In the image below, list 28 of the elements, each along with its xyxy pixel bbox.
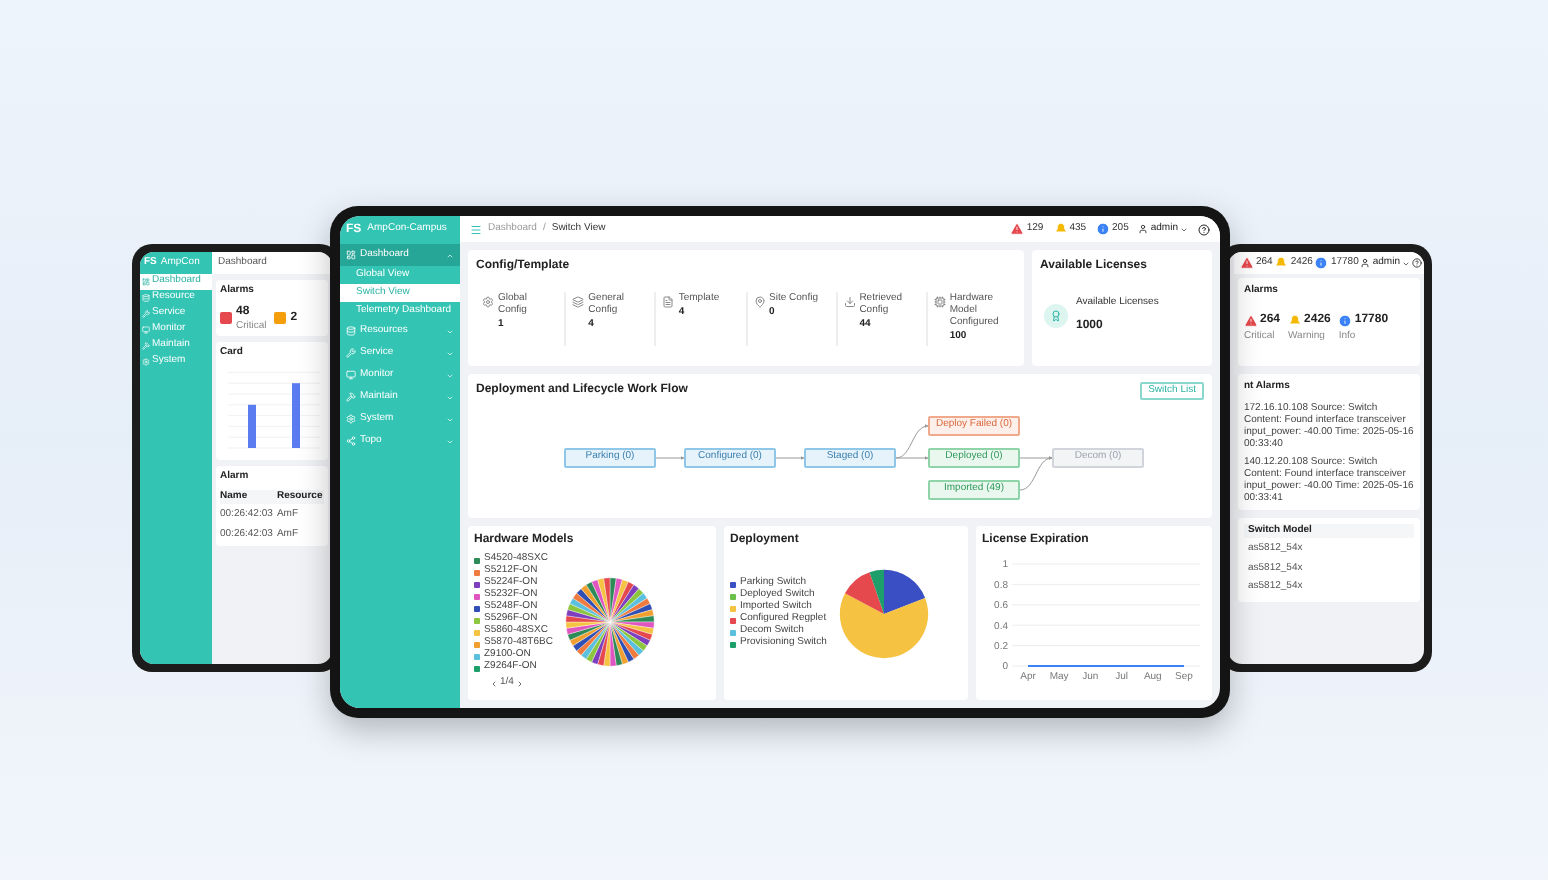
- dashboard-icon: [346, 250, 356, 260]
- hammer-icon: [142, 342, 150, 350]
- gear-icon: [142, 358, 150, 366]
- wrench-icon: [346, 348, 356, 358]
- dashboard-icon: [142, 278, 150, 286]
- database-icon: [142, 294, 150, 302]
- database-icon: [346, 326, 356, 336]
- pie-chart-drawing: [838, 568, 931, 660]
- layers-icon: [572, 296, 585, 308]
- flow-arrow: [775, 456, 805, 460]
- flow-arrow: [655, 456, 685, 460]
- monitor-icon: [346, 370, 356, 380]
- gear-icon: [482, 296, 494, 308]
- document-icon: [662, 296, 675, 308]
- monitor-icon: [142, 326, 150, 334]
- pin-icon: [753, 296, 766, 308]
- chip-icon: [933, 296, 946, 308]
- download-icon: [843, 296, 856, 308]
- license-icon: [1044, 303, 1068, 328]
- user-icon: [1360, 258, 1371, 268]
- network-icon: [346, 436, 356, 446]
- hammer-icon: [346, 392, 356, 402]
- help-icon[interactable]: [1198, 223, 1210, 235]
- help-icon[interactable]: [1412, 258, 1422, 268]
- gear-icon: [346, 414, 356, 424]
- user-icon: [1138, 224, 1149, 234]
- pie-chart-drawing: [564, 576, 657, 669]
- wrench-icon: [142, 310, 150, 318]
